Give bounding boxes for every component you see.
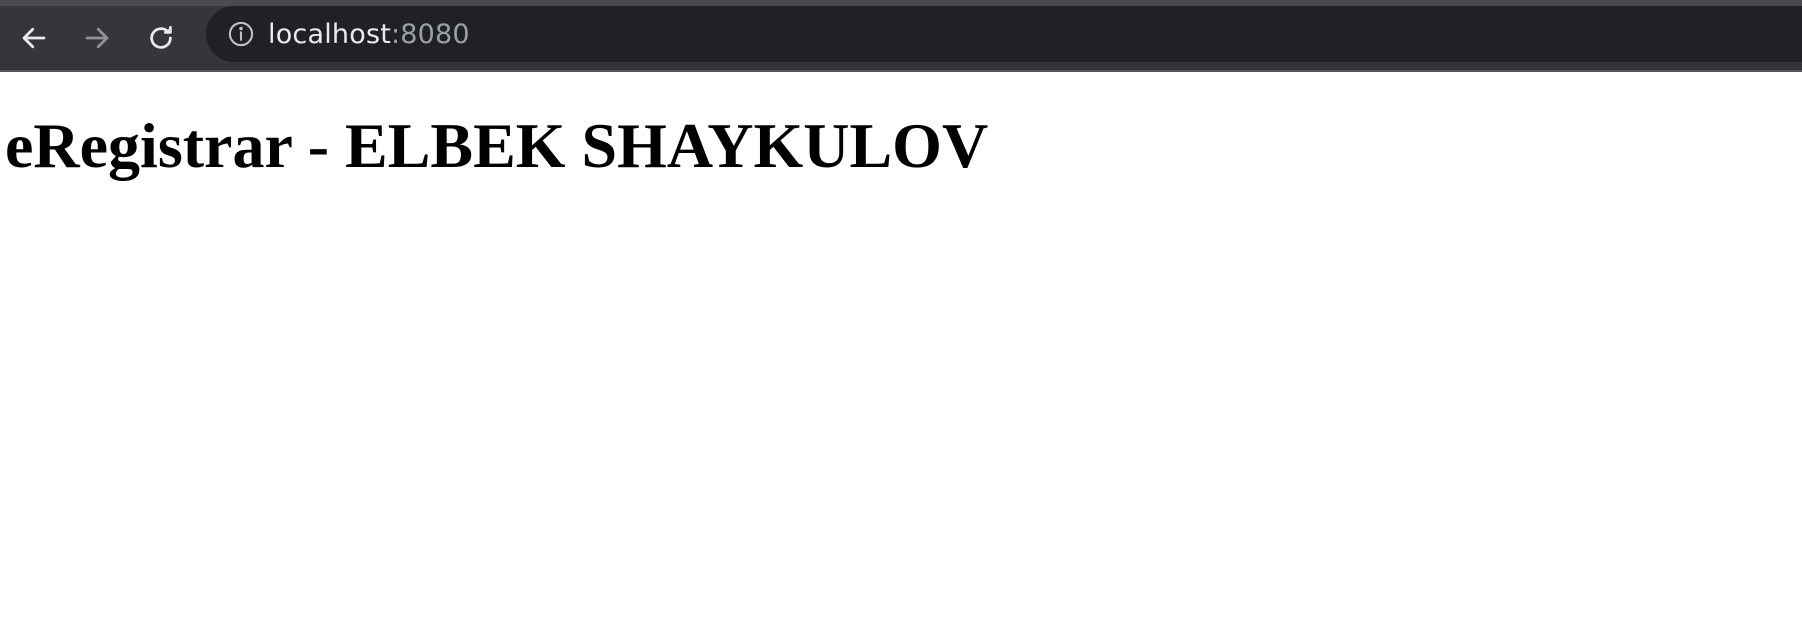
- reload-icon: [146, 23, 176, 58]
- browser-toolbar: localhost:8080: [0, 0, 1802, 72]
- forward-button[interactable]: [75, 18, 119, 62]
- back-button[interactable]: [12, 18, 56, 62]
- url-port: :8080: [391, 18, 470, 50]
- info-icon[interactable]: [226, 19, 256, 49]
- url-text[interactable]: localhost:8080: [268, 19, 470, 50]
- url-host: localhost: [268, 18, 391, 50]
- arrow-right-icon: [82, 23, 112, 58]
- arrow-left-icon: [19, 23, 49, 58]
- page-content: eRegistrar - ELBEK SHAYKULOV: [0, 72, 1802, 640]
- address-bar[interactable]: localhost:8080: [206, 6, 1802, 62]
- page-title: eRegistrar - ELBEK SHAYKULOV: [5, 110, 989, 181]
- reload-button[interactable]: [139, 18, 183, 62]
